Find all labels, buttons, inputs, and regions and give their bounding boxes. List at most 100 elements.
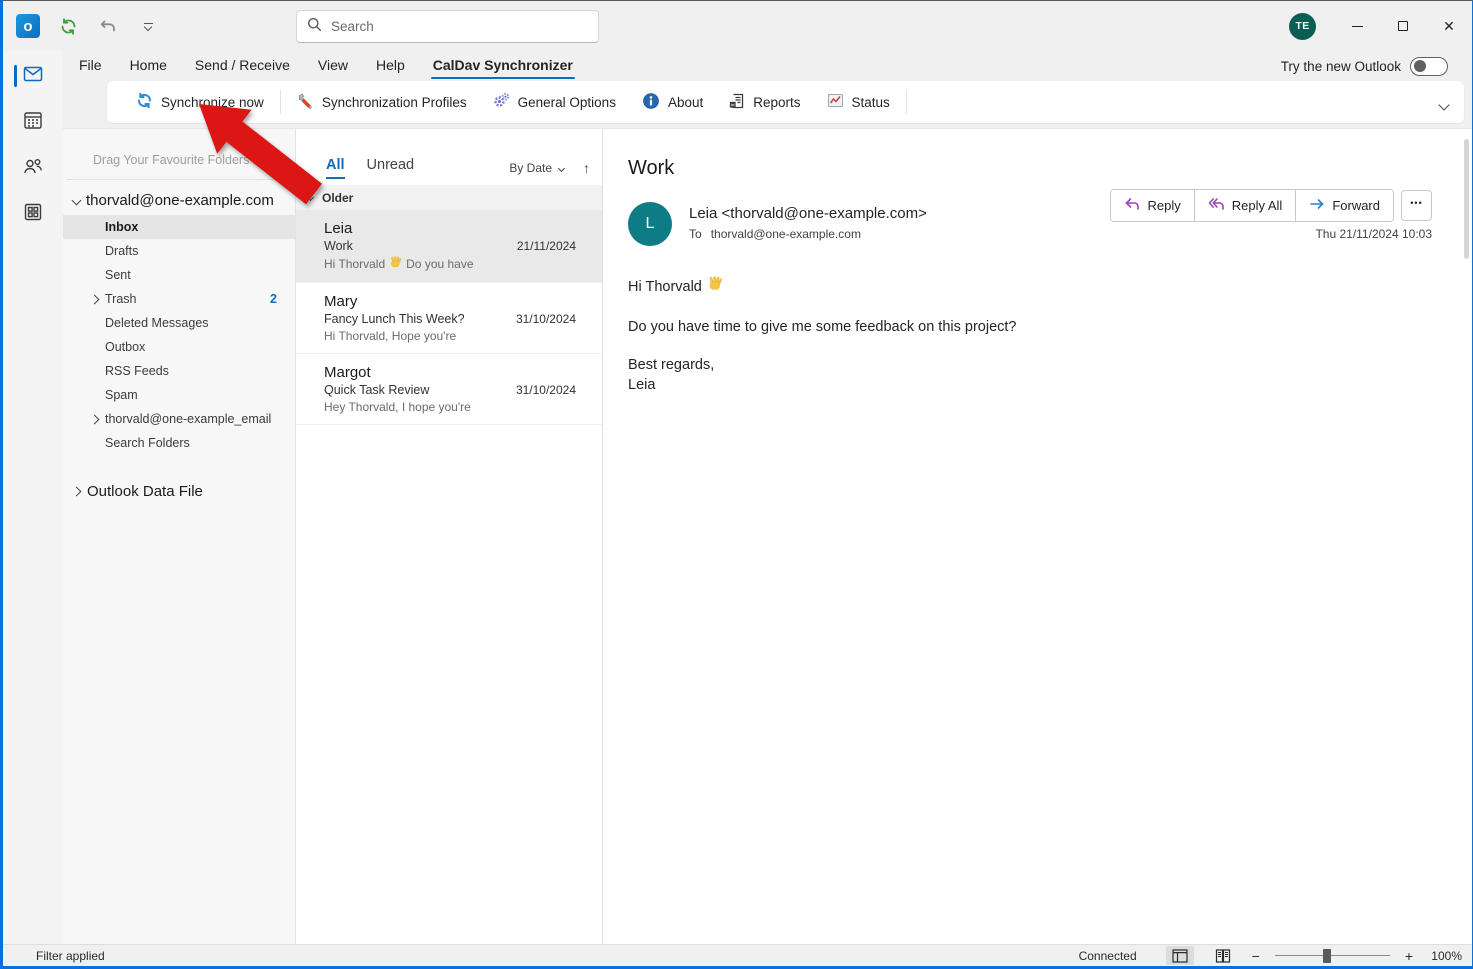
folder-drafts[interactable]: Drafts <box>63 239 295 263</box>
normal-view-button[interactable] <box>1166 946 1194 965</box>
favourite-folders-hint: Drag Your Favourite Folders Here <box>63 129 295 179</box>
folder-rss-feeds[interactable]: RSS Feeds <box>63 359 295 383</box>
filter-status: Filter applied <box>3 949 105 963</box>
info-icon <box>642 92 660 113</box>
tab-send-receive[interactable]: Send / Receive <box>181 52 304 80</box>
folder-pane: Drag Your Favourite Folders Here thorval… <box>63 129 296 944</box>
customize-toolbar-chevron-icon[interactable] <box>133 10 163 42</box>
to-address[interactable]: thorvald@one-example.com <box>711 227 861 241</box>
tab-home[interactable]: Home <box>116 52 181 80</box>
maximize-button[interactable] <box>1380 1 1426 51</box>
folder-trash[interactable]: Trash 2 <box>63 287 295 311</box>
nav-people-button[interactable] <box>3 145 63 191</box>
about-button[interactable]: About <box>629 81 716 123</box>
message-subject: Fancy Lunch This Week? <box>324 312 465 326</box>
reports-button[interactable]: Reports <box>716 81 813 123</box>
folder-deleted-messages[interactable]: Deleted Messages <box>63 311 295 335</box>
search-box[interactable] <box>296 10 599 43</box>
nav-calendar-button[interactable] <box>3 99 63 145</box>
folder-outbox[interactable]: Outbox <box>63 335 295 359</box>
search-icon <box>307 17 322 37</box>
status-bar: Filter applied Connected − + 100% <box>3 944 1472 966</box>
ribbon-tab-row: File Home Send / Receive View Help CalDa… <box>63 51 1472 81</box>
selected-indicator <box>14 65 17 87</box>
search-input[interactable] <box>331 19 588 34</box>
message-subject: Work <box>324 239 353 253</box>
zoom-out-button[interactable]: − <box>1252 948 1260 964</box>
more-actions-button[interactable]: ••• <box>1401 190 1432 221</box>
group-header-older[interactable]: Older <box>296 185 602 210</box>
account-root[interactable]: thorvald@one-example.com <box>63 188 295 215</box>
chevron-right-icon <box>72 487 82 497</box>
status-button[interactable]: Status <box>814 81 903 123</box>
folder-inbox[interactable]: Inbox <box>63 215 295 239</box>
forward-icon <box>1309 198 1325 213</box>
nav-mail-button[interactable] <box>3 53 63 99</box>
sender-name[interactable]: Leia <thorvald@one-example.com> <box>689 202 927 222</box>
unread-count-badge: 2 <box>270 292 277 306</box>
message-row-leia[interactable]: Leia Work 21/11/2024 Hi Thorvald <box>296 210 602 283</box>
general-options-label: General Options <box>518 95 616 110</box>
tab-view[interactable]: View <box>304 52 362 80</box>
body-signature: Leia <box>628 376 1444 396</box>
sender-avatar[interactable]: L <box>628 202 672 246</box>
chevron-down-icon <box>72 196 82 206</box>
general-options-button[interactable]: General Options <box>480 81 629 123</box>
data-file-name: Outlook Data File <box>87 483 203 500</box>
undo-icon[interactable] <box>93 10 123 42</box>
title-bar: o <box>3 1 1472 51</box>
synchronization-profiles-button[interactable]: Synchronization Profiles <box>284 81 480 123</box>
message-sender: Leia <box>324 220 576 237</box>
account-name: thorvald@one-example.com <box>86 192 274 209</box>
reply-button[interactable]: Reply <box>1111 190 1193 221</box>
zoom-in-button[interactable]: + <box>1405 948 1413 964</box>
message-preview: Hi Thorvald Do you have <box>324 256 576 272</box>
close-button[interactable]: ✕ <box>1426 1 1472 51</box>
connection-status: Connected <box>1079 949 1137 963</box>
folder-sent[interactable]: Sent <box>63 263 295 287</box>
message-date: 31/10/2024 <box>516 312 576 326</box>
chevron-right-icon <box>90 414 100 424</box>
scrollbar[interactable] <box>1463 139 1470 934</box>
tab-file[interactable]: File <box>65 52 116 80</box>
email-timestamp: Thu 21/11/2024 10:03 <box>1315 227 1432 241</box>
zoom-slider-handle[interactable] <box>1323 949 1331 963</box>
nav-apps-button[interactable] <box>3 191 63 237</box>
folder-email-account[interactable]: thorvald@one-example_email <box>63 407 295 431</box>
outlook-logo-icon[interactable]: o <box>13 10 43 42</box>
synchronize-now-button[interactable]: Synchronize now <box>123 81 277 123</box>
send-receive-refresh-icon[interactable] <box>53 10 83 42</box>
new-outlook-toggle[interactable] <box>1410 57 1448 76</box>
message-row-margot[interactable]: Margot Quick Task Review 31/10/2024 Hey … <box>296 354 602 425</box>
mail-icon <box>21 62 45 91</box>
message-preview: Hi Thorvald, Hope you're <box>324 329 576 343</box>
tab-caldav-synchronizer[interactable]: CalDav Synchronizer <box>419 52 587 80</box>
filter-tab-all[interactable]: All <box>326 157 345 179</box>
body-greeting: Hi Thorvald <box>628 278 702 298</box>
message-row-mary[interactable]: Mary Fancy Lunch This Week? 31/10/2024 H… <box>296 283 602 354</box>
ribbon-separator <box>906 90 907 114</box>
user-avatar[interactable]: TE <box>1289 13 1316 40</box>
message-sender: Margot <box>324 364 576 381</box>
message-list-pane: All Unread By Date ↑ Older <box>296 129 603 944</box>
divider <box>67 179 293 180</box>
forward-button[interactable]: Forward <box>1295 190 1393 221</box>
zoom-slider[interactable] <box>1275 949 1390 963</box>
tab-help[interactable]: Help <box>362 52 419 80</box>
sort-by-dropdown[interactable]: By Date <box>509 161 564 175</box>
filter-tab-unread[interactable]: Unread <box>367 157 415 179</box>
titlebar-controls: TE ✕ <box>1289 1 1472 51</box>
folder-spam[interactable]: Spam <box>63 383 295 407</box>
zoom-level[interactable]: 100% <box>1428 949 1462 963</box>
minimize-button[interactable] <box>1334 1 1380 51</box>
reply-all-button[interactable]: Reply All <box>1194 190 1296 221</box>
sort-direction-button[interactable]: ↑ <box>583 160 590 176</box>
report-icon <box>729 93 745 112</box>
reading-view-button[interactable] <box>1209 946 1237 965</box>
folder-search-folders[interactable]: Search Folders <box>63 431 295 455</box>
email-subject: Work <box>628 157 1444 180</box>
quick-access-toolbar: o <box>13 1 163 51</box>
wrench-icon <box>297 92 314 112</box>
outlook-data-file-root[interactable]: Outlook Data File <box>63 477 295 500</box>
collapse-ribbon-chevron-icon[interactable] <box>1440 96 1448 114</box>
